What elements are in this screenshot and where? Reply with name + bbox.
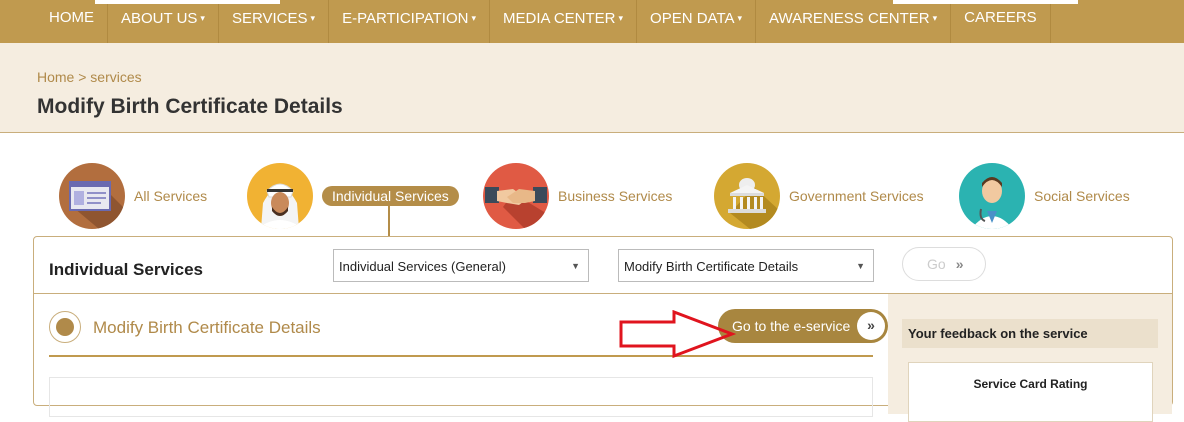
page-title: Modify Birth Certificate Details bbox=[37, 95, 343, 118]
category-individual-services[interactable]: Individual Services bbox=[247, 163, 459, 229]
go-button[interactable]: Go» bbox=[902, 247, 986, 281]
breadcrumb[interactable]: Home > services bbox=[37, 69, 142, 85]
search-field-edge[interactable] bbox=[95, 0, 280, 4]
active-category-connector bbox=[388, 206, 390, 238]
service-content-box bbox=[49, 377, 873, 417]
handshake-icon bbox=[483, 163, 549, 229]
go-to-eservice-button[interactable]: Go to the e-service » bbox=[718, 309, 888, 343]
category-label: Government Services bbox=[789, 188, 924, 204]
person-avatar-icon bbox=[247, 163, 313, 229]
caret-down-icon: ▾ bbox=[200, 13, 205, 23]
category-label: All Services bbox=[134, 188, 208, 204]
rating-label: Service Card Rating bbox=[973, 377, 1088, 391]
nav-awareness-center[interactable]: AWARENESS CENTER ▾ bbox=[756, 0, 952, 43]
category-social-services[interactable]: Social Services bbox=[959, 163, 1130, 229]
service-header-row: Modify Birth Certificate Details Go to t… bbox=[49, 309, 888, 357]
category-business-services[interactable]: Business Services bbox=[483, 163, 672, 229]
feedback-sidebar: Your feedback on the service Service Car… bbox=[888, 294, 1172, 422]
service-name: Modify Birth Certificate Details bbox=[93, 318, 321, 337]
caret-down-icon: ▾ bbox=[737, 13, 743, 23]
nav-services[interactable]: SERVICES ▾ bbox=[219, 0, 330, 43]
double-chevron-right-icon: » bbox=[857, 312, 885, 340]
service-seal-icon bbox=[49, 311, 81, 343]
category-label-active: Individual Services bbox=[322, 186, 459, 206]
red-arrow-annotation-icon bbox=[619, 310, 737, 359]
panel-title: Individual Services bbox=[49, 260, 204, 279]
nav-about-us[interactable]: ABOUT US ▾ bbox=[108, 0, 219, 43]
service-panel: Individual Services Individual Services … bbox=[33, 236, 1173, 422]
double-chevron-right-icon: » bbox=[955, 256, 964, 272]
nav-home[interactable]: HOME bbox=[36, 0, 108, 43]
dropdown-arrow-icon: ▼ bbox=[571, 261, 580, 271]
nav-media-center[interactable]: MEDIA CENTER ▾ bbox=[490, 0, 638, 43]
government-building-icon bbox=[714, 163, 780, 229]
top-nav: HOME ABOUT US ▾ SERVICES ▾ E-PARTICIPATION… bbox=[0, 0, 1184, 43]
service-rating-box[interactable]: Service Card Rating bbox=[908, 362, 1153, 422]
nav-careers[interactable]: CAREERS bbox=[951, 0, 1051, 43]
nav-open-data[interactable]: OPEN DATA ▾ bbox=[637, 0, 757, 43]
caret-down-icon: ▾ bbox=[932, 13, 938, 23]
caret-down-icon: ▾ bbox=[471, 13, 476, 23]
search-field-edge-2[interactable] bbox=[893, 0, 1078, 4]
page-header: Home > services Modify Birth Certificate… bbox=[0, 43, 1184, 133]
nav-e-participation[interactable]: E-PARTICIPATION ▾ bbox=[329, 0, 490, 43]
service-select[interactable]: Modify Birth Certificate Details ▼ bbox=[618, 249, 874, 282]
caret-down-icon: ▾ bbox=[618, 13, 624, 23]
category-all-services[interactable]: All Services bbox=[59, 163, 207, 229]
category-label: Social Services bbox=[1034, 188, 1130, 204]
caret-down-icon: ▾ bbox=[310, 13, 316, 23]
browser-window-icon bbox=[59, 163, 125, 229]
feedback-heading: Your feedback on the service bbox=[902, 319, 1158, 348]
category-select[interactable]: Individual Services (General) ▼ bbox=[333, 249, 589, 282]
doctor-icon bbox=[959, 163, 1025, 229]
category-government-services[interactable]: Government Services bbox=[714, 163, 924, 229]
category-label: Business Services bbox=[558, 188, 673, 204]
dropdown-arrow-icon: ▼ bbox=[856, 261, 865, 271]
